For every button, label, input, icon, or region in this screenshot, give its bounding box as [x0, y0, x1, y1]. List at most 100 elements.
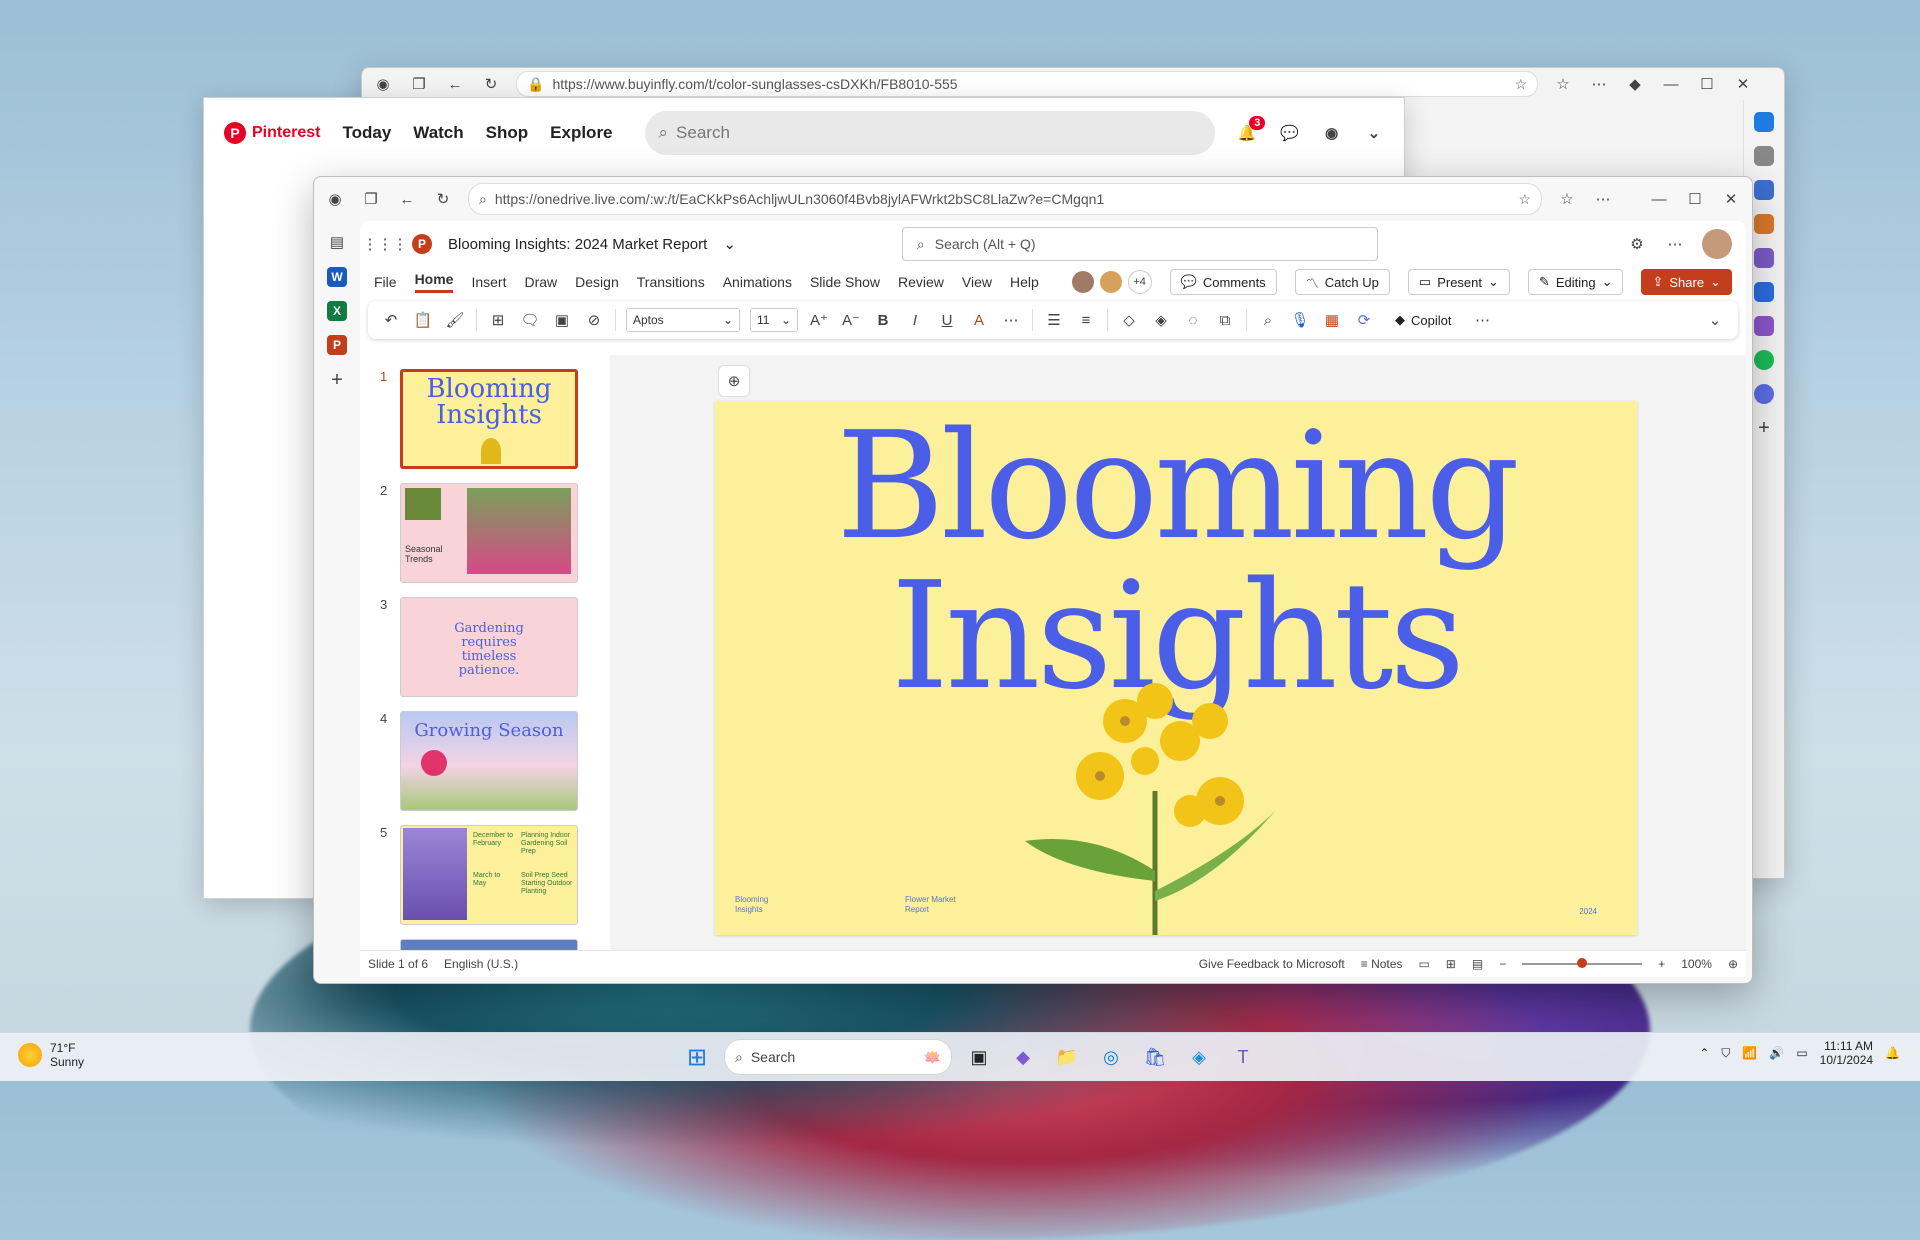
chevron-down-icon[interactable]: ⌄ [1364, 122, 1384, 144]
maximize-icon[interactable]: ☐ [1696, 73, 1718, 95]
underline-icon[interactable]: U [936, 309, 958, 331]
tab-draw[interactable]: Draw [524, 274, 557, 290]
weather-widget[interactable]: 71°F Sunny [18, 1041, 84, 1069]
font-name-select[interactable]: Aptos ⌄ [626, 308, 740, 332]
app-icon[interactable]: ◈ [1182, 1040, 1216, 1074]
more-icon[interactable]: ⋯ [1471, 309, 1493, 331]
tab-insert[interactable]: Insert [471, 274, 506, 290]
italic-icon[interactable]: I [904, 309, 926, 331]
back-icon[interactable]: ← [444, 73, 466, 95]
tab-animations[interactable]: Animations [723, 274, 792, 290]
copilot-button[interactable]: ◆ Copilot [1385, 308, 1462, 332]
bold-icon[interactable]: B [872, 309, 894, 331]
nav-watch[interactable]: Watch [413, 123, 463, 143]
battery-icon[interactable]: ▭ [1796, 1046, 1807, 1060]
arrange-icon[interactable]: ⧉ [1214, 309, 1236, 331]
slide-editor[interactable]: ⊕ Blooming Insights Blooming Insights Fl… [610, 355, 1746, 951]
chevron-down-icon[interactable]: ⌄ [1488, 274, 1499, 290]
shape-outline-icon[interactable]: ◌ [1182, 309, 1204, 331]
powerpoint-icon[interactable]: P [327, 335, 347, 355]
tab-view[interactable]: View [962, 274, 992, 290]
wifi-icon[interactable]: 📶 [1742, 1046, 1757, 1060]
zoom-level[interactable]: 100% [1681, 957, 1712, 971]
taskbar-search[interactable]: ⌕ Search 🪷 [724, 1039, 952, 1075]
tabs-icon[interactable]: ❐ [408, 73, 430, 95]
store-icon[interactable]: 🛍 [1138, 1040, 1172, 1074]
nav-explore[interactable]: Explore [550, 123, 612, 143]
thumbnail-slide-5[interactable]: December to February Planning Indoor Gar… [400, 825, 578, 925]
comment-icon[interactable]: 🗨 [519, 309, 541, 331]
comments-button[interactable]: 💬 Comments [1169, 269, 1277, 295]
increase-font-icon[interactable]: A⁺ [808, 309, 830, 331]
thumbnail-item[interactable]: 5 December to February Planning Indoor G… [360, 825, 610, 925]
tab-home[interactable]: Home [414, 271, 454, 293]
feedback-link[interactable]: Give Feedback to Microsoft [1199, 957, 1345, 971]
new-slide-icon[interactable]: ⊞ [487, 309, 509, 331]
format-painter-icon[interactable]: 🖌 [444, 309, 466, 331]
edge-icon[interactable]: ◎ [1094, 1040, 1128, 1074]
ppt-search-box[interactable]: ⌕ Search (Alt + Q) [901, 227, 1378, 261]
games-icon[interactable] [1754, 248, 1774, 268]
avatar[interactable]: ◉ [1322, 122, 1342, 144]
word-icon[interactable]: W [327, 267, 347, 287]
thumbnail-item[interactable]: 4 Growing Season [360, 711, 610, 811]
thumbnail-slide-2[interactable]: Seasonal Trends [400, 483, 578, 583]
avatar[interactable] [1702, 229, 1732, 259]
collaborator-avatar[interactable] [1099, 271, 1122, 293]
more-icon[interactable]: ⋯ [1592, 188, 1614, 210]
favorites-icon[interactable]: ☆ [1552, 73, 1574, 95]
loop-icon[interactable]: ⟳ [1353, 309, 1375, 331]
volume-icon[interactable]: 🔊 [1769, 1046, 1784, 1060]
nav-shop[interactable]: Shop [486, 123, 529, 143]
excel-icon[interactable]: X [327, 301, 347, 321]
reading-view-icon[interactable]: ▤ [1472, 957, 1483, 971]
settings-gear-icon[interactable]: ⚙ [1626, 233, 1648, 255]
tabs-icon[interactable]: ❐ [360, 188, 382, 210]
chevron-down-icon[interactable]: ⌄ [723, 235, 736, 253]
refresh-icon[interactable]: ↻ [480, 73, 502, 95]
chevron-up-icon[interactable]: ⌃ [1699, 1046, 1709, 1060]
current-slide[interactable]: Blooming Insights Blooming Insights Flow… [715, 401, 1637, 935]
zoom-slider[interactable] [1522, 958, 1643, 968]
tag-icon[interactable] [1754, 180, 1774, 200]
pinterest-search[interactable]: ⌕ Search [644, 111, 1216, 155]
collaborator-avatar[interactable] [1071, 271, 1094, 293]
thumbnail-slide-3[interactable]: Gardening requires timeless patience. [400, 597, 578, 697]
find-icon[interactable]: ⌕ [1257, 309, 1279, 331]
copilot-icon[interactable]: ◆ [1006, 1040, 1040, 1074]
thumbnail-item[interactable]: 1 Blooming Insights [360, 369, 610, 469]
close-icon[interactable]: ✕ [1720, 188, 1742, 210]
thumbnail-item[interactable]: 3 Gardening requires timeless patience. [360, 597, 610, 697]
messages-icon[interactable]: 💬 [1279, 122, 1299, 144]
address-bar[interactable]: 🔒 https://www.buyinfly.com/t/color-sungl… [516, 71, 1538, 97]
tab-review[interactable]: Review [898, 274, 944, 290]
shape-fill-icon[interactable]: ◈ [1150, 309, 1172, 331]
app-icon[interactable] [1754, 316, 1774, 336]
clipboard-icon[interactable]: 📋 [412, 309, 434, 331]
decrease-font-icon[interactable]: A⁻ [840, 309, 862, 331]
slide-sorter-icon[interactable]: ⊞ [1446, 957, 1456, 971]
favorite-star-icon[interactable]: ☆ [1514, 76, 1527, 93]
undo-icon[interactable]: ↶ [380, 309, 402, 331]
thumbnail-slide-4[interactable]: Growing Season [400, 711, 578, 811]
teams-icon[interactable]: T [1226, 1040, 1260, 1074]
task-view-icon[interactable]: ▣ [962, 1040, 996, 1074]
messenger-icon[interactable] [1754, 384, 1774, 404]
layout-icon[interactable]: ▣ [551, 309, 573, 331]
thumbnail-slide-1[interactable]: Blooming Insights [400, 369, 578, 469]
panel-icon[interactable]: ▤ [326, 231, 348, 253]
favorite-star-icon[interactable]: ☆ [1518, 191, 1531, 208]
zoom-slider-thumb[interactable] [1577, 958, 1588, 968]
address-bar[interactable]: ⌕ https://onedrive.live.com/:w:/t/EaCKkP… [468, 183, 1542, 215]
shapes-icon[interactable]: ◇ [1118, 309, 1140, 331]
dictate-mic-icon[interactable]: 🎙 [1289, 309, 1311, 331]
font-size-select[interactable]: 11 ⌄ [750, 308, 798, 332]
favorites-icon[interactable]: ☆ [1556, 188, 1578, 210]
bullets-icon[interactable]: ☰ [1043, 309, 1065, 331]
app-launcher-icon[interactable]: ⋮⋮⋮ [363, 233, 408, 255]
close-icon[interactable]: ✕ [1732, 73, 1754, 95]
pinterest-logo[interactable]: P Pinterest [224, 122, 320, 144]
document-title[interactable]: Blooming Insights: 2024 Market Report [448, 236, 707, 253]
maximize-icon[interactable]: ☐ [1684, 188, 1706, 210]
more-icon[interactable]: ⋯ [1588, 73, 1610, 95]
